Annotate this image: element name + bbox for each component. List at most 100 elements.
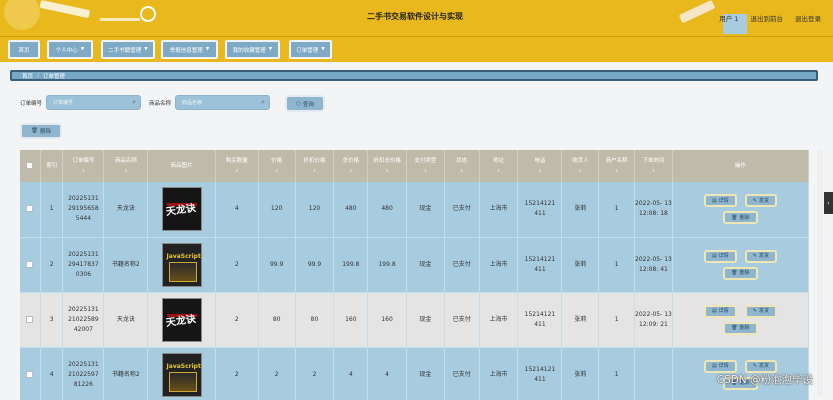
cell-total: 199.8 <box>333 237 369 293</box>
nav-home[interactable]: 首页 <box>8 40 40 59</box>
ship-button[interactable]: ✎ 发货 <box>744 249 777 263</box>
order-no-input[interactable] <box>46 95 142 110</box>
ship-button[interactable]: ✎ 发货 <box>744 304 777 318</box>
cell-index: 4 <box>40 347 64 400</box>
cell-discount-price: 2 <box>295 347 335 400</box>
cell-total: 480 <box>333 182 369 238</box>
search-icon: ○ <box>296 100 301 107</box>
nav-home-label: 首页 <box>18 47 30 54</box>
col-header-pay-type[interactable]: 支付类型 ⇕ <box>406 150 445 182</box>
breadcrumb-current: 订单管理 <box>42 73 65 80</box>
nav-book-management[interactable]: 二手书籍管理 ▼ <box>101 40 155 59</box>
chevron-down-icon: ▼ <box>144 47 148 52</box>
col-header-actions: 操作 <box>672 150 810 182</box>
cell-image: JavaScript <box>147 347 216 400</box>
book-cover-image: 天龙诀 <box>161 187 202 232</box>
edit-icon: ✎ <box>752 197 757 204</box>
cell-merchant: 1 <box>598 182 636 238</box>
nav-book-management-label: 二手书籍管理 <box>108 47 142 54</box>
col-header-price[interactable]: 价格 ⇕ <box>258 150 296 182</box>
nav-favorites-management[interactable]: 我的收藏管理 ▼ <box>225 40 280 59</box>
delete-button[interactable]: 🗑 删除 <box>723 321 758 335</box>
batch-delete-label: 删除 <box>39 129 51 135</box>
cell-qty: 2 <box>215 292 259 348</box>
detail-button[interactable]: ▤ 详情 <box>703 194 737 208</box>
col-header-address[interactable]: 地址 ⇕ <box>479 150 519 182</box>
cell-address: 上海市 <box>479 347 519 400</box>
cell-image: 天龙诀 <box>147 182 216 238</box>
cell-price: 120 <box>258 182 296 238</box>
sort-icon: ⇕ <box>423 168 428 173</box>
nav-personal-center[interactable]: 个人中心 ▼ <box>47 40 93 59</box>
cell-discount-total: 160 <box>367 292 408 348</box>
col-header-qty[interactable]: 购买数量 ⇕ <box>215 150 259 182</box>
book-cover-image: JavaScript <box>161 352 202 397</box>
cell-order-no: 20225131 29417837 0306 <box>62 237 105 293</box>
select-all-checkbox[interactable] <box>20 150 41 182</box>
search-bar: 订单编号 ⌕ 商品名称 ⌕ <box>20 95 271 110</box>
col-header-phone[interactable]: 电话 ⇕ <box>517 150 563 182</box>
sort-icon: ⇕ <box>312 168 317 173</box>
scrollbar[interactable] <box>817 150 823 395</box>
cell-actions: ▤ 详情 ✎ 发货 🗑 删除 <box>672 182 810 238</box>
ship-button[interactable]: ✎ 发货 <box>744 194 777 208</box>
detail-button[interactable]: ▤ 详情 <box>703 359 737 373</box>
cell-image: JavaScript <box>147 237 216 293</box>
row-checkbox[interactable] <box>20 292 41 348</box>
cell-receiver: 张莉 <box>561 182 600 238</box>
table-header-row: 索引 订单编号 ⇕ 商品名称 ⇕ 商品图片 购买数量 ⇕ 价格 ⇕ 折扣价格 ⇕ 总价格 ⇕… <box>20 150 810 182</box>
book-cover-image: 天龙诀 <box>161 297 202 342</box>
cell-pay-type: 现金 <box>406 347 445 400</box>
col-header-merchant[interactable]: 商户名称 ⇕ <box>598 150 636 182</box>
col-header-time[interactable]: 下单时间 ⇕ <box>634 150 673 182</box>
ship-button[interactable]: ✎ 发货 <box>744 359 777 373</box>
sort-icon: ⇕ <box>274 168 279 173</box>
user-link[interactable]: 用户 1 <box>719 13 738 23</box>
delete-button[interactable]: 🗑 删除 <box>723 266 758 280</box>
batch-delete-button[interactable]: 🗑 删除 <box>20 123 62 139</box>
cell-order-no: 20225131 29195658 5444 <box>62 182 105 238</box>
col-header-status[interactable]: 状态 ⇕ <box>444 150 480 182</box>
chevron-down-icon: ▼ <box>321 47 325 52</box>
breadcrumb-home[interactable]: 首页 <box>22 72 33 80</box>
cell-qty: 2 <box>215 347 259 400</box>
product-name-input[interactable] <box>175 95 271 110</box>
cell-pay-type: 现金 <box>406 292 445 348</box>
cell-order-no: 20225131 21022589 42007 <box>62 292 105 348</box>
search-icon: ⌕ <box>261 98 266 106</box>
back-to-front-link[interactable]: 退出到前台 <box>751 13 784 23</box>
trash-icon: 🗑 <box>731 325 738 331</box>
col-header-name[interactable]: 商品名称 ⇕ <box>103 150 149 182</box>
detail-button[interactable]: ▤ 详情 <box>703 304 737 318</box>
col-header-order-no[interactable]: 订单编号 ⇕ <box>62 150 105 182</box>
cell-discount-total: 4 <box>367 347 408 400</box>
col-header-total[interactable]: 总价格 ⇕ <box>333 150 369 182</box>
cell-time: 2022-05- 13 12:08: 18 <box>634 182 673 238</box>
detail-button[interactable]: ▤ 详情 <box>703 249 737 263</box>
detail-icon: ▤ <box>711 197 717 204</box>
cell-pay-type: 现金 <box>406 237 445 293</box>
cell-order-no: 20225131 21022597 81226 <box>62 347 105 400</box>
row-checkbox[interactable] <box>20 182 41 238</box>
cell-status: 已支付 <box>444 182 480 238</box>
row-checkbox[interactable] <box>20 347 41 400</box>
main-nav: 首页 个人中心 ▼ 二手书籍管理 ▼ 举报信息管理 ▼ 我的收藏管理 ▼ 订单管理 ▼ <box>0 36 833 62</box>
col-header-discount-total[interactable]: 折扣总价格 ⇕ <box>367 150 408 182</box>
search-icon: ⌕ <box>132 98 137 106</box>
nav-order-management[interactable]: 订单管理 ▼ <box>289 40 332 59</box>
nav-report-management[interactable]: 举报信息管理 ▼ <box>161 40 218 59</box>
delete-button[interactable]: 🗑 删除 <box>723 211 758 225</box>
cell-discount-total: 199.8 <box>367 237 408 293</box>
side-collapse-tab[interactable]: ‹ <box>824 192 833 214</box>
chevron-left-icon: ‹ <box>827 199 830 207</box>
col-header-receiver[interactable]: 收货人 ⇕ <box>561 150 600 182</box>
logout-link[interactable]: 退出登录 <box>795 13 821 23</box>
col-header-discount-price[interactable]: 折扣价格 ⇕ <box>295 150 335 182</box>
row-checkbox[interactable] <box>20 237 41 293</box>
cell-pay-type: 现金 <box>406 182 445 238</box>
cell-time <box>634 347 673 400</box>
query-button[interactable]: ○ 查询 <box>285 95 325 112</box>
cell-phone: 15214121 411 <box>517 182 563 238</box>
breadcrumb-separator: / <box>37 72 39 79</box>
trash-icon: 🗑 <box>731 214 738 221</box>
